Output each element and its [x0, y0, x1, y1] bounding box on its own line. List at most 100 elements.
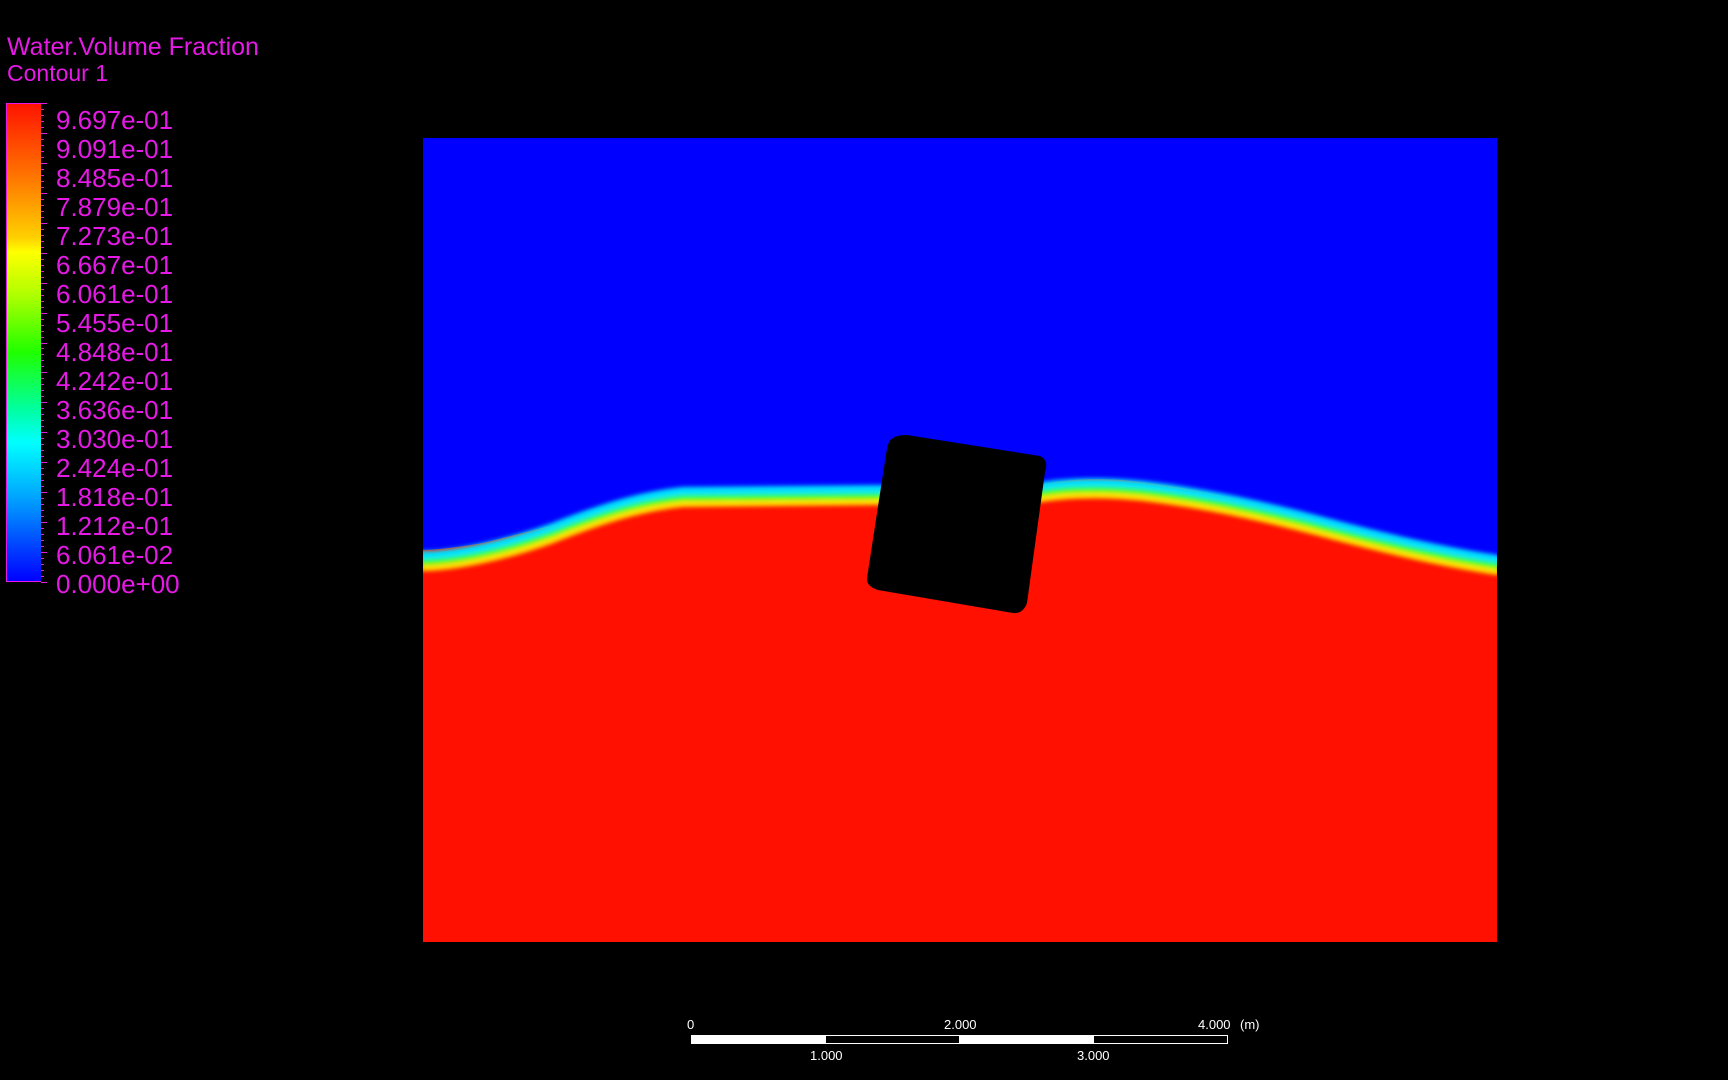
- color-bar-tick: [41, 318, 44, 320]
- color-bar-tick: [41, 252, 47, 254]
- scale-label-4: 4.000: [1198, 1017, 1231, 1032]
- legend-label: 4.848e-01: [56, 337, 174, 367]
- color-bar-tick: [41, 114, 44, 116]
- color-bar-tick: [41, 462, 47, 464]
- color-bar-tick: [41, 438, 44, 440]
- color-bar-tick: [41, 288, 44, 290]
- color-bar-tick: [41, 186, 44, 188]
- color-bar-tick: [41, 216, 44, 218]
- scale-segment-1: [691, 1035, 826, 1044]
- color-bar-tick: [41, 168, 44, 170]
- color-bar-tick: [41, 276, 44, 278]
- color-bar-tick: [41, 240, 44, 242]
- color-bar-tick: [41, 342, 47, 344]
- color-bar-tick: [41, 156, 44, 158]
- color-bar: [6, 103, 41, 582]
- color-bar-tick: [41, 282, 47, 284]
- legend-label: 7.273e-01: [56, 221, 174, 251]
- scale-segment-3: [959, 1035, 1094, 1044]
- legend-label: 5.455e-01: [56, 308, 174, 338]
- color-bar-tick: [41, 474, 44, 476]
- scale-label-1: 1.000: [810, 1048, 843, 1063]
- color-bar-tick: [41, 576, 44, 577]
- color-bar-tick: [41, 126, 44, 128]
- color-bar-tick: [41, 180, 44, 182]
- legend-label: 8.485e-01: [56, 163, 174, 193]
- color-bar-tick: [41, 162, 47, 164]
- color-bar-tick: [41, 366, 44, 368]
- color-bar-tick: [41, 432, 47, 434]
- legend-label: 0.000e+00: [56, 569, 180, 599]
- color-bar-tick: [41, 354, 44, 356]
- color-bar-tick: [41, 534, 44, 536]
- color-bar-tick: [41, 312, 47, 314]
- color-bar-tick: [41, 222, 47, 224]
- color-bar-tick: [41, 300, 44, 302]
- color-bar-tick: [41, 414, 44, 416]
- legend-label: 7.879e-01: [56, 192, 174, 222]
- color-bar-tick: [41, 228, 44, 230]
- color-bar-tick: [41, 234, 44, 236]
- color-bar-tick: [41, 426, 44, 428]
- legend-label: 1.212e-01: [56, 511, 174, 541]
- color-bar-tick: [41, 450, 44, 452]
- legend-label: 4.242e-01: [56, 366, 174, 396]
- color-bar-tick: [41, 540, 44, 542]
- legend-label: 1.818e-01: [56, 482, 174, 512]
- scale-segment-4: [1093, 1035, 1228, 1044]
- color-bar-tick: [41, 516, 44, 518]
- color-gradient: [7, 104, 41, 581]
- color-bar-tick: [41, 390, 44, 392]
- color-bar-tick: [41, 210, 44, 212]
- color-bar-tick: [41, 138, 44, 140]
- contour-viewport[interactable]: [423, 138, 1497, 942]
- legend-label: 6.061e-02: [56, 540, 174, 570]
- color-bar-tick: [41, 552, 47, 554]
- legend-title: Water.Volume Fraction: [7, 33, 259, 61]
- color-bar-tick: [41, 510, 44, 512]
- color-bar-tick: [41, 360, 44, 362]
- color-bar-tick: [41, 558, 44, 560]
- color-bar-tick: [41, 294, 44, 296]
- color-bar-tick: [41, 150, 44, 152]
- scale-label-0: 0: [687, 1017, 695, 1032]
- color-bar-tick: [41, 378, 44, 380]
- color-bar-tick: [41, 564, 44, 566]
- legend-label: 9.091e-01: [56, 134, 174, 164]
- color-bar-tick: [41, 330, 44, 332]
- color-bar-ticks: [41, 103, 47, 583]
- scale-segment-2: [825, 1035, 960, 1044]
- color-bar-tick: [41, 120, 44, 122]
- color-bar-tick: [41, 103, 47, 104]
- color-bar-tick: [41, 420, 44, 422]
- legend-label: 6.667e-01: [56, 250, 174, 280]
- color-bar-tick: [41, 504, 44, 506]
- legend-label: 6.061e-01: [56, 279, 174, 309]
- color-bar-tick: [41, 384, 44, 386]
- color-bar-tick: [41, 348, 44, 350]
- legend-label: 2.424e-01: [56, 453, 174, 483]
- color-bar-tick: [41, 444, 44, 446]
- color-bar-tick: [41, 468, 44, 470]
- scale-unit: (m): [1240, 1017, 1260, 1032]
- color-bar-tick: [41, 324, 44, 326]
- color-bar-tick: [41, 270, 44, 272]
- floating-body: [866, 435, 1047, 614]
- legend-label: 3.030e-01: [56, 424, 174, 454]
- color-bar-tick: [41, 480, 44, 482]
- color-bar-tick: [41, 264, 44, 266]
- scale-label-2: 2.000: [944, 1017, 977, 1032]
- color-bar-tick: [41, 204, 44, 206]
- color-bar-tick: [41, 306, 44, 308]
- color-bar-tick: [41, 396, 44, 398]
- color-bar-tick: [41, 246, 44, 248]
- color-bar-tick: [41, 528, 44, 530]
- color-bar-tick: [41, 132, 47, 134]
- color-bar-tick: [41, 174, 44, 176]
- color-bar-tick: [41, 498, 44, 500]
- scale-label-3: 3.000: [1077, 1048, 1110, 1063]
- color-bar-tick: [41, 108, 44, 110]
- color-bar-tick: [41, 402, 47, 404]
- color-bar-tick: [41, 570, 44, 572]
- color-bar-tick: [41, 492, 47, 494]
